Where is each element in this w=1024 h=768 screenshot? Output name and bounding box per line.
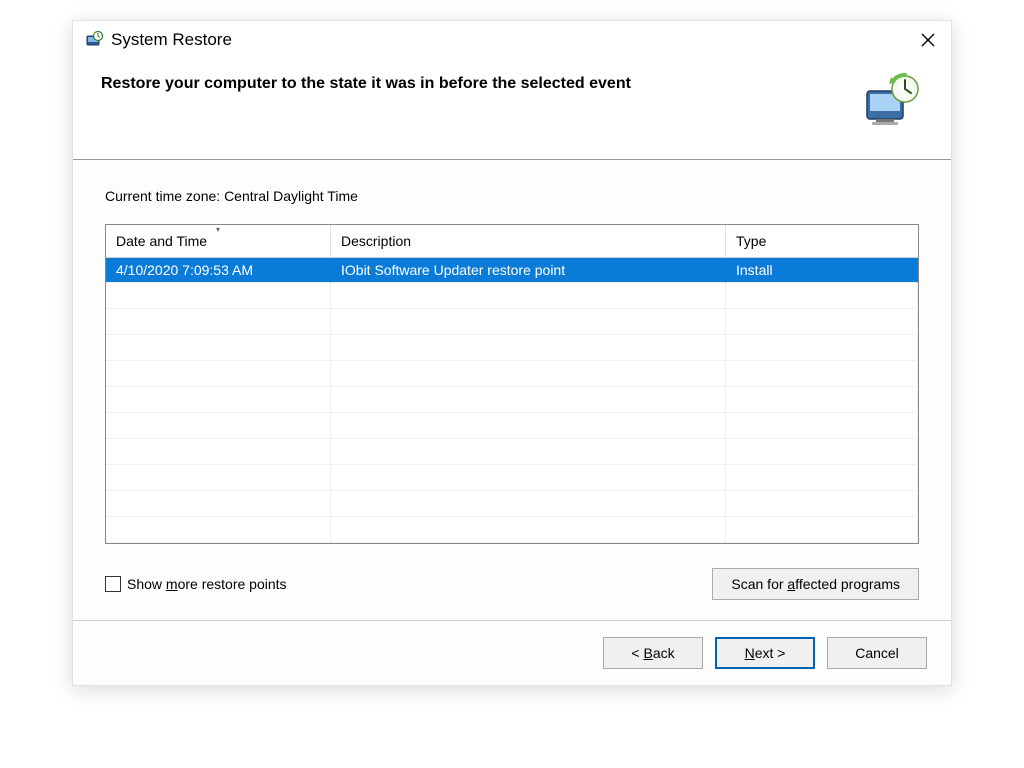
show-more-checkbox[interactable]: Show more restore points <box>105 576 287 592</box>
below-grid-row: Show more restore points Scan for affect… <box>105 568 919 600</box>
table-row <box>106 283 918 309</box>
checkbox-icon <box>105 576 121 592</box>
column-header-datetime[interactable]: ▾ Date and Time <box>106 225 331 257</box>
titlebar: System Restore <box>73 21 951 55</box>
cell-datetime: 4/10/2020 7:09:53 AM <box>106 258 331 283</box>
timezone-label: Current time zone: Central Daylight Time <box>105 188 919 204</box>
wizard-header: Restore your computer to the state it wa… <box>73 55 951 160</box>
close-button[interactable] <box>917 29 939 51</box>
table-body: 4/10/2020 7:09:53 AMIObit Software Updat… <box>106 258 918 543</box>
table-row <box>106 413 918 439</box>
table-row <box>106 465 918 491</box>
table-row <box>106 387 918 413</box>
cell-type: Install <box>726 258 918 283</box>
window-title: System Restore <box>111 30 917 50</box>
wizard-footer: < Back Next > Cancel <box>73 620 951 685</box>
column-header-type[interactable]: Type <box>726 225 918 257</box>
table-row <box>106 361 918 387</box>
wizard-heading: Restore your computer to the state it wa… <box>101 71 859 93</box>
table-row <box>106 439 918 465</box>
back-button[interactable]: < Back <box>603 637 703 669</box>
restore-points-table: ▾ Date and Time Description Type 4/10/20… <box>105 224 919 544</box>
scan-affected-button[interactable]: Scan for affected programs <box>712 568 919 600</box>
cancel-button[interactable]: Cancel <box>827 637 927 669</box>
wizard-content: Current time zone: Central Daylight Time… <box>73 160 951 620</box>
system-restore-window: System Restore Restore your computer to … <box>72 20 952 686</box>
table-row <box>106 335 918 361</box>
next-button[interactable]: Next > <box>715 637 815 669</box>
show-more-label: Show more restore points <box>127 576 287 592</box>
column-header-description[interactable]: Description <box>331 225 726 257</box>
sort-desc-icon: ▾ <box>216 225 220 234</box>
table-row[interactable]: 4/10/2020 7:09:53 AMIObit Software Updat… <box>106 258 918 283</box>
table-row <box>106 491 918 517</box>
table-row <box>106 517 918 543</box>
system-restore-icon <box>85 31 103 49</box>
table-row <box>106 309 918 335</box>
table-header: ▾ Date and Time Description Type <box>106 225 918 258</box>
cell-description: IObit Software Updater restore point <box>331 258 726 283</box>
restore-hero-icon <box>859 71 923 135</box>
